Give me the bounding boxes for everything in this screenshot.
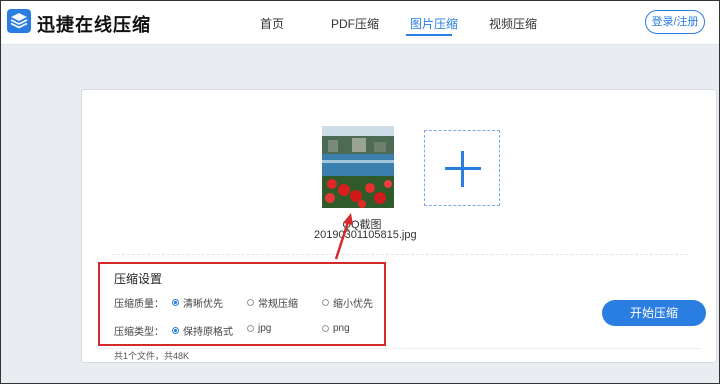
photo-preview-icon [322, 126, 394, 208]
radio-icon [322, 299, 329, 306]
type-option-jpg[interactable]: jpg [247, 323, 271, 334]
top-header: 迅捷在线压缩 首页 PDF压缩 图片压缩 视频压缩 登录/注册 [1, 1, 719, 45]
type-option-label: png [333, 323, 350, 334]
nav-home[interactable]: 首页 [260, 15, 284, 32]
radio-icon [322, 325, 329, 332]
type-option-original[interactable]: 保持原格式 [172, 323, 233, 338]
radio-icon [247, 299, 254, 306]
start-compress-button[interactable]: 开始压缩 [602, 300, 706, 326]
type-option-png[interactable]: png [322, 323, 350, 334]
uploaded-image-thumbnail[interactable] [322, 126, 394, 208]
active-tab-indicator [406, 34, 452, 36]
type-option-label: 保持原格式 [183, 327, 233, 338]
quality-option-label: 清晰优先 [183, 299, 223, 310]
quality-label: 压缩质量： [114, 299, 164, 310]
file-summary: 共1个文件，共48K [98, 348, 702, 362]
section-divider [112, 254, 688, 255]
quality-option-smaller[interactable]: 缩小优先 [322, 295, 373, 310]
radio-selected-icon [172, 327, 179, 334]
radio-icon [247, 325, 254, 332]
plus-icon [445, 151, 481, 187]
nav-video-compress[interactable]: 视频压缩 [489, 15, 537, 32]
add-file-button[interactable] [424, 130, 500, 206]
type-option-label: jpg [258, 323, 272, 334]
brand-name[interactable]: 迅捷在线压缩 [37, 11, 151, 37]
quality-option-label: 常规压缩 [258, 299, 298, 310]
radio-selected-icon [172, 299, 179, 306]
quality-option-label: 缩小优先 [333, 299, 373, 310]
type-label: 压缩类型： [114, 327, 164, 338]
file-full-name: 20190301105815.jpg [314, 229, 417, 241]
nav-pdf-compress[interactable]: PDF压缩 [331, 15, 379, 32]
quality-option-clear[interactable]: 清晰优先 [172, 295, 223, 310]
login-register-button[interactable]: 登录/注册 [645, 10, 705, 34]
logo-icon[interactable] [7, 9, 31, 33]
quality-option-normal[interactable]: 常规压缩 [247, 295, 298, 310]
upload-card: QQ截图 20190301105815.jpg 压缩设置 压缩质量： 清晰优先 … [81, 89, 717, 363]
settings-title: 压缩设置 [114, 272, 163, 286]
nav-image-compress[interactable]: 图片压缩 [410, 15, 458, 32]
